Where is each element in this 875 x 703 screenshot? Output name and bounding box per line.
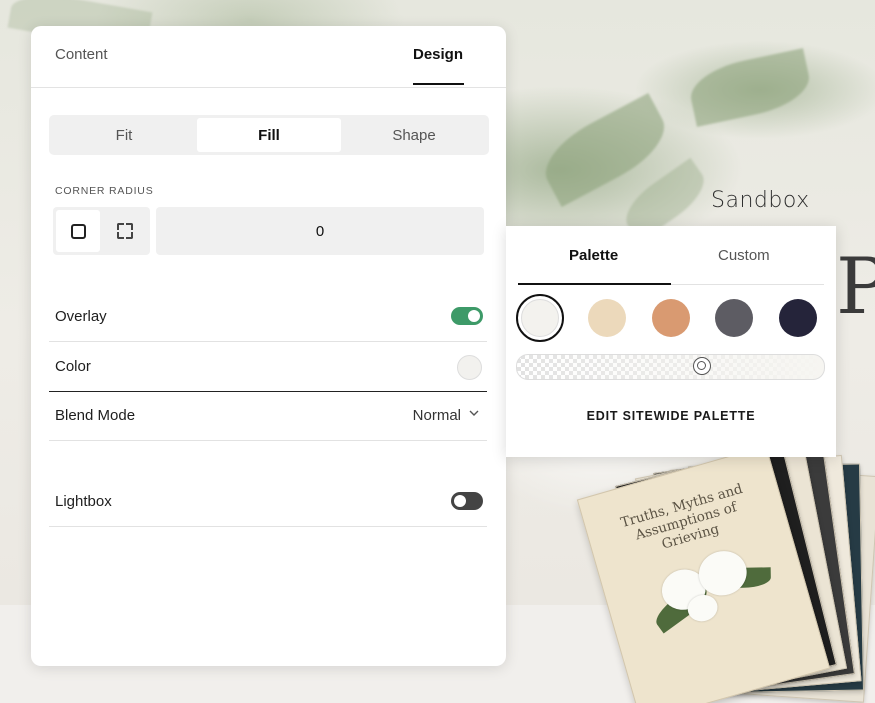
opacity-slider-thumb[interactable] xyxy=(693,357,712,375)
panel-tabs: Content Design xyxy=(31,26,506,88)
palette-swatch-4[interactable] xyxy=(715,299,753,337)
lightbox-toggle[interactable] xyxy=(451,492,483,510)
lightbox-label: Lightbox xyxy=(55,493,112,510)
palette-swatch-3[interactable] xyxy=(652,299,690,337)
fill-button[interactable]: Fill xyxy=(197,118,341,152)
corners-icon xyxy=(117,223,133,239)
color-row[interactable]: Color xyxy=(49,342,487,392)
tab-palette[interactable]: Palette xyxy=(569,247,618,264)
palette-swatch-2[interactable] xyxy=(588,299,626,337)
tab-design[interactable]: Design xyxy=(413,46,463,63)
color-picker-popover: Palette Custom EDIT SITEWIDE PALETTE xyxy=(506,226,836,457)
shape-button[interactable]: Shape xyxy=(342,118,486,152)
opacity-slider[interactable] xyxy=(516,354,825,380)
blend-mode-row[interactable]: Blend Mode Normal xyxy=(49,391,487,441)
fit-button[interactable]: Fit xyxy=(52,118,196,152)
active-tab-indicator xyxy=(413,83,464,85)
color-label: Color xyxy=(55,358,91,375)
tab-custom[interactable]: Custom xyxy=(718,247,770,264)
corner-radius-label: CORNER RADIUS xyxy=(55,185,154,197)
square-icon xyxy=(70,223,86,239)
booklet-title: Truths, Myths and Assumptions of Grievin… xyxy=(618,480,745,553)
corner-radius-input[interactable]: 0 xyxy=(156,207,484,255)
blend-mode-value[interactable]: Normal xyxy=(413,407,461,424)
overlay-label: Overlay xyxy=(55,308,107,325)
site-title: Sandbox xyxy=(711,188,810,213)
tab-content[interactable]: Content xyxy=(55,46,108,63)
active-tab-indicator xyxy=(518,283,671,285)
overlay-toggle[interactable] xyxy=(451,307,483,325)
toggle-knob xyxy=(454,495,466,507)
image-design-panel: Content Design Fit Fill Shape CORNER RAD… xyxy=(31,26,506,666)
edit-sitewide-palette-button[interactable]: EDIT SITEWIDE PALETTE xyxy=(506,409,836,423)
uniform-corners-button[interactable] xyxy=(56,210,100,252)
individual-corners-button[interactable] xyxy=(103,210,147,252)
toggle-knob xyxy=(468,310,480,322)
swatch-fill xyxy=(521,299,559,337)
hero-heading-letter: P xyxy=(836,242,875,332)
chevron-down-icon[interactable] xyxy=(469,408,479,418)
blend-mode-label: Blend Mode xyxy=(55,407,136,424)
lightbox-row: Lightbox xyxy=(49,477,487,527)
overlay-color-swatch[interactable] xyxy=(457,355,482,380)
overlay-row: Overlay xyxy=(49,292,487,342)
fit-mode-control: Fit Fill Shape xyxy=(49,115,489,155)
palette-swatch-5[interactable] xyxy=(779,299,817,337)
corner-radius-mode-toggle xyxy=(53,207,150,255)
tab-divider xyxy=(671,284,824,285)
palette-swatch-1[interactable] xyxy=(516,294,564,342)
